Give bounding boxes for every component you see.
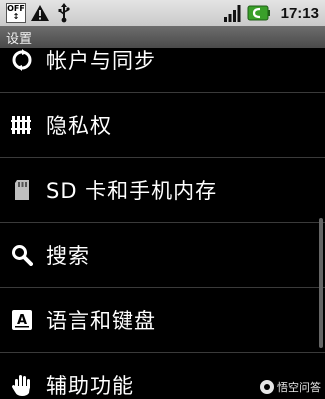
wukong-logo-icon [260,380,274,394]
settings-item-label: 隐私权 [46,114,112,138]
search-icon [10,243,34,267]
status-bar: OFF ↕ 17:13 [0,0,325,26]
settings-item-language-keyboard[interactable]: A 语言和键盘 [0,288,325,352]
settings-item-label: 搜索 [46,244,90,268]
watermark: 悟空问答 [260,379,321,395]
status-bar-right: 17:13 [223,3,319,23]
clock-time: 17:13 [280,4,319,22]
sd-card-icon [10,178,34,202]
warning-icon [30,3,50,23]
settings-item-privacy[interactable]: 隐私权 [0,93,325,157]
battery-icon [247,3,271,23]
settings-item-label: 辅助功能 [46,374,134,398]
sim-off-bottom-text: ↕ [12,12,20,21]
keyboard-icon: A [10,308,34,332]
accessibility-hand-icon [10,373,34,397]
svg-text:A: A [17,313,27,328]
sync-icon [10,48,34,72]
settings-screen: OFF ↕ 17:13 设置 帐户与同步 隐私权 SD 卡和手机内存 搜索 A … [0,0,325,399]
usb-icon [54,3,74,23]
settings-item-label: 帐户与同步 [46,49,156,73]
privacy-icon [10,113,34,137]
signal-icon [223,3,243,23]
settings-item-search[interactable]: 搜索 [0,223,325,287]
watermark-text: 悟空问答 [277,381,321,394]
settings-item-sd-storage[interactable]: SD 卡和手机内存 [0,158,325,222]
settings-item-label: SD 卡和手机内存 [46,179,218,203]
scroll-indicator[interactable] [319,218,323,348]
sim-off-icon: OFF ↕ [6,3,26,23]
settings-item-account-sync[interactable]: 帐户与同步 [0,28,325,92]
status-bar-left: OFF ↕ [6,3,74,23]
settings-item-label: 语言和键盘 [46,309,156,333]
